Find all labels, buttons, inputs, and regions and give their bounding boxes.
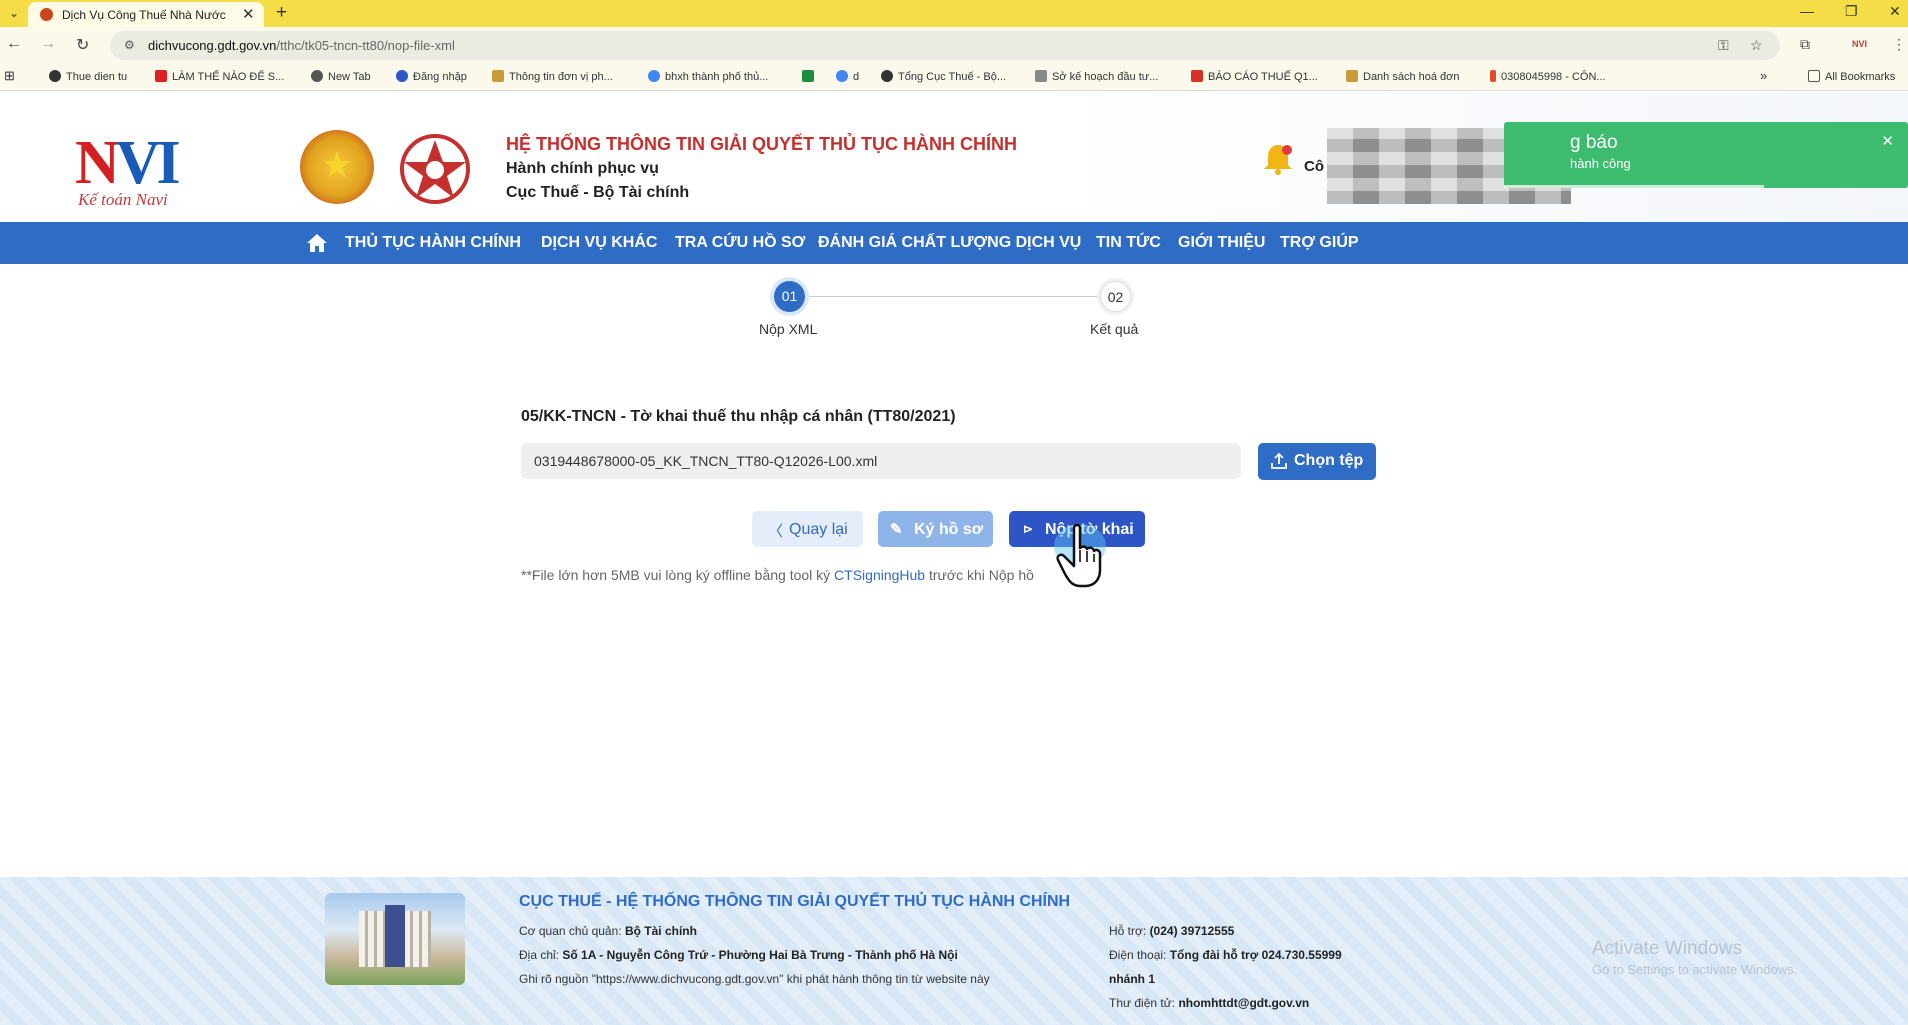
- tab-search-chevron-icon[interactable]: ⌄: [6, 5, 22, 21]
- sign-record-button[interactable]: ✎ Ký hồ sơ: [878, 511, 993, 547]
- site-footer: CỤC THUẾ - HỆ THỐNG THÔNG TIN GIẢI QUYẾT…: [0, 877, 1908, 1025]
- upload-icon: [1271, 452, 1287, 469]
- tab-close-icon[interactable]: ✕: [242, 5, 255, 23]
- bookmark-item[interactable]: 0308045998 - CÔN...: [1490, 70, 1606, 83]
- windows-activation-hint: Go to Settings to activate Windows.: [1592, 962, 1798, 977]
- step-1-label: Nộp XML: [759, 321, 818, 337]
- navi-logo-script: Kế toán Navi: [78, 190, 168, 209]
- step-2-indicator: 02: [1100, 281, 1131, 312]
- bookmark-item[interactable]: d: [836, 70, 859, 83]
- footer-address: Địa chỉ: Số 1A - Nguyễn Công Trứ - Phườn…: [519, 948, 958, 962]
- notification-bell-icon[interactable]: [1262, 142, 1294, 176]
- new-tab-icon[interactable]: +: [276, 2, 287, 24]
- footer-title: CỤC THUẾ - HỆ THỐNG THÔNG TIN GIẢI QUYẾT…: [519, 893, 1071, 910]
- nav-item-about[interactable]: GIỚI THIỆU: [1178, 234, 1265, 252]
- footer-source-note: Ghi rõ nguồn "https://www.dichvucong.gdt…: [519, 972, 990, 986]
- toast-message: hành công: [1570, 156, 1631, 171]
- extensions-icon[interactable]: ⧉: [1800, 36, 1810, 53]
- footer-agency: Cơ quan chủ quản: Bộ Tài chính: [519, 924, 697, 938]
- bookmark-item[interactable]: BÁO CÁO THUẾ Q1...: [1191, 70, 1318, 83]
- home-icon[interactable]: [305, 232, 329, 254]
- bookmark-item[interactable]: Đăng nhập: [396, 70, 467, 83]
- back-button-label: Quay lại: [789, 521, 848, 538]
- bookmark-item[interactable]: Thông tin đơn vị ph...: [492, 70, 613, 83]
- file-size-note: **File lớn hơn 5MB vui lòng ký offline b…: [521, 567, 1034, 583]
- all-bookmarks-folder[interactable]: All Bookmarks: [1808, 70, 1895, 83]
- bookmark-item[interactable]: Danh sách hoá đơn: [1346, 70, 1460, 83]
- profile-avatar-icon[interactable]: NVI: [1852, 39, 1867, 49]
- url-text[interactable]: dichvucong.gdt.gov.vn/tthc/tk05-tncn-tt8…: [148, 38, 455, 53]
- window-restore-icon[interactable]: ❐: [1845, 3, 1858, 20]
- success-toast: g báo hành công ✕: [1504, 122, 1908, 188]
- back-arrow-icon[interactable]: ←: [6, 35, 22, 53]
- footer-email: Thư điện tử: nhomhttdt@gdt.gov.vn: [1109, 996, 1310, 1010]
- footer-phone-branch: nhánh 1: [1109, 972, 1156, 986]
- toast-progress-bar: [1504, 185, 1764, 188]
- browser-tab-bar: ⌄ Dịch Vụ Công Thuế Nhà Nước ✕ + — ❐ ✕: [0, 0, 1908, 27]
- sign-record-label: Ký hồ sơ: [914, 521, 984, 538]
- stepper-line: [806, 296, 1106, 297]
- password-key-icon[interactable]: ⚿: [1718, 37, 1729, 54]
- nav-item-service-quality[interactable]: ĐÁNH GIÁ CHẤT LƯỢNG DỊCH VỤ: [818, 234, 1081, 252]
- system-title: HỆ THỐNG THÔNG TIN GIẢI QUYẾT THỦ TỤC HÀ…: [506, 134, 1017, 154]
- notification-label[interactable]: Cô: [1304, 158, 1324, 175]
- nav-item-news[interactable]: TIN TỨC: [1096, 234, 1161, 252]
- navi-logo[interactable]: NVI: [75, 128, 181, 199]
- back-button[interactable]: 〈 Quay lại: [752, 511, 863, 547]
- chevron-left-icon: 〈: [768, 523, 784, 540]
- bookmark-item[interactable]: LÀM THẾ NÀO ĐỂ S...: [155, 70, 284, 83]
- nav-item-other-services[interactable]: DỊCH VỤ KHÁC: [541, 234, 657, 252]
- tax-department-logo-icon: [400, 134, 470, 204]
- bookmark-item[interactable]: Sở kế hoạch đầu tư...: [1035, 70, 1158, 83]
- national-emblem-icon: ★: [300, 130, 374, 204]
- header-subtitle-1: Hành chính phục vụ: [506, 160, 659, 177]
- more-bookmarks-icon[interactable]: »: [1760, 68, 1767, 83]
- tab-favicon-icon: [40, 8, 53, 21]
- choose-file-label: Chọn tệp: [1294, 452, 1364, 469]
- step-2-label: Kết quả: [1090, 321, 1139, 337]
- choose-file-button[interactable]: Chọn tệp: [1258, 443, 1376, 480]
- toast-close-icon[interactable]: ✕: [1881, 132, 1894, 150]
- office-building-photo: [325, 893, 465, 985]
- bookmark-item[interactable]: Thue dien tu: [49, 70, 127, 83]
- nav-item-lookup-records[interactable]: TRA CỨU HỒ SƠ: [675, 234, 805, 252]
- bookmark-item[interactable]: bhxh thành phố thủ...: [648, 70, 768, 83]
- footer-email-link[interactable]: nhomhttdt@gdt.gov.vn: [1178, 996, 1309, 1010]
- main-navigation: THỦ TỤC HÀNH CHÍNH DỊCH VỤ KHÁC TRA CỨU …: [0, 222, 1908, 264]
- pencil-icon: ✎: [890, 521, 903, 538]
- step-1-indicator: 01: [774, 281, 805, 312]
- apps-grid-icon[interactable]: ⊞: [4, 68, 15, 84]
- windows-activation-watermark: Activate Windows: [1592, 938, 1742, 959]
- footer-phone: Điện thoại: Tổng đài hỗ trợ 024.730.5599…: [1109, 948, 1342, 962]
- send-icon: ⊳: [1023, 522, 1034, 536]
- window-minimize-icon[interactable]: —: [1800, 3, 1814, 19]
- tab-title: Dịch Vụ Công Thuế Nhà Nước: [62, 8, 226, 22]
- nav-item-administrative-procedures[interactable]: THỦ TỤC HÀNH CHÍNH: [345, 234, 521, 252]
- browser-tab-active[interactable]: Dịch Vụ Công Thuế Nhà Nước ✕: [28, 2, 264, 27]
- bookmark-item[interactable]: Tổng Cục Thuế - Bộ...: [881, 70, 1006, 83]
- reload-icon[interactable]: ↻: [76, 35, 89, 55]
- header-subtitle-2: Cục Thuế - Bộ Tài chính: [506, 184, 690, 201]
- address-bar[interactable]: ⚙ dichvucong.gdt.gov.vn/tthc/tk05-tncn-t…: [110, 31, 1780, 60]
- browser-toolbar: ← → ↻ ⚙ dichvucong.gdt.gov.vn/tthc/tk05-…: [0, 27, 1908, 63]
- selected-file-field[interactable]: [521, 443, 1241, 479]
- bookmarks-bar: ⊞ Thue dien tu LÀM THẾ NÀO ĐỂ S... New T…: [0, 63, 1908, 91]
- nav-item-help[interactable]: TRỢ GIÚP: [1280, 234, 1359, 252]
- ctsigninghub-link[interactable]: CTSigningHub: [834, 567, 925, 583]
- forward-arrow-icon[interactable]: →: [40, 35, 56, 53]
- site-settings-icon[interactable]: ⚙: [124, 38, 135, 52]
- browser-menu-icon[interactable]: ⋮: [1892, 36, 1906, 53]
- bookmark-star-icon[interactable]: ☆: [1750, 37, 1763, 54]
- toast-title: g báo: [1570, 132, 1618, 153]
- footer-support: Hỗ trợ: (024) 39712555: [1109, 924, 1235, 938]
- form-title: 05/KK-TNCN - Tờ khai thuế thu nhập cá nh…: [521, 408, 956, 425]
- hand-cursor-icon: [1054, 523, 1106, 588]
- sheets-bookmark-icon[interactable]: [802, 70, 819, 83]
- window-close-icon[interactable]: ✕: [1889, 3, 1901, 20]
- bookmark-item[interactable]: New Tab: [311, 70, 371, 83]
